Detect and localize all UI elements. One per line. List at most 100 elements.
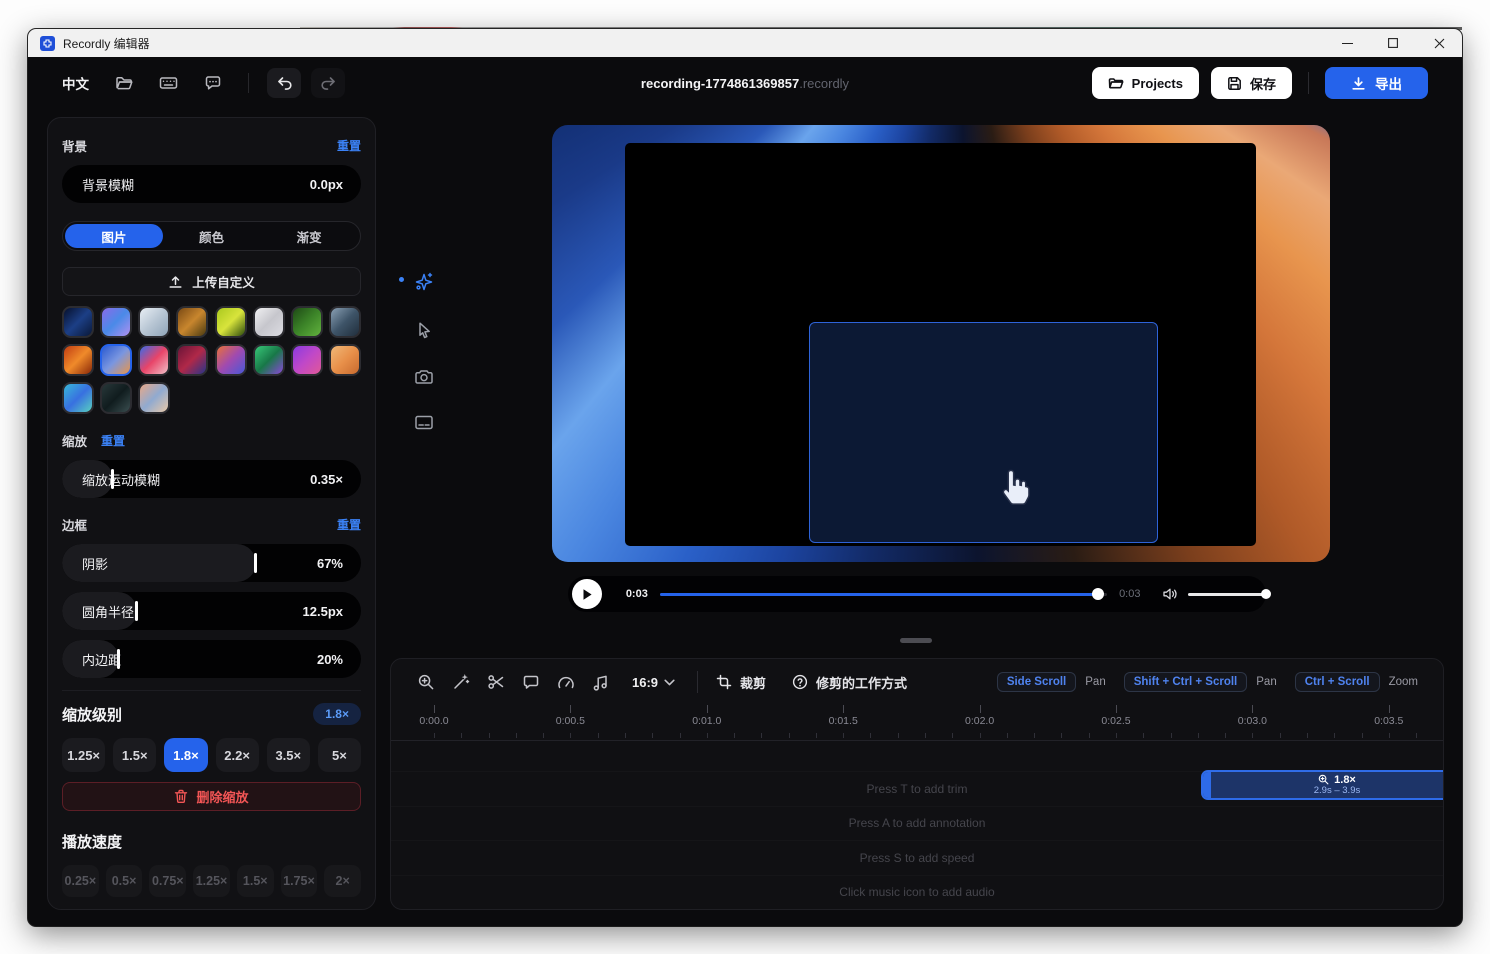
zoom-level-option-5×[interactable]: 5× [318, 738, 361, 772]
play-button[interactable] [572, 579, 602, 609]
zoom-target-region[interactable] [809, 322, 1158, 543]
speed-option-1.75×[interactable]: 1.75× [281, 865, 318, 897]
keyboard-shortcuts-icon[interactable] [159, 74, 178, 92]
trash-icon [174, 789, 188, 804]
trim-help-button[interactable]: 修剪的工作方式 [792, 673, 907, 692]
volume-slider[interactable] [1188, 593, 1266, 596]
background-thumbnail-14[interactable] [253, 344, 285, 376]
seek-bar[interactable] [660, 593, 1107, 596]
background-thumbnail-7[interactable] [291, 306, 323, 338]
background-thumbnail-5[interactable] [215, 306, 247, 338]
scissors-icon[interactable] [487, 673, 505, 691]
projects-button[interactable]: Projects [1092, 67, 1199, 99]
background-thumbnail-11[interactable] [138, 344, 170, 376]
speed-option-0.75×[interactable]: 0.75× [149, 865, 186, 897]
background-thumbnail-13[interactable] [215, 344, 247, 376]
speed-option-1.25×[interactable]: 1.25× [193, 865, 230, 897]
captions-tool[interactable] [414, 414, 434, 431]
background-blur-control[interactable]: 背景模糊0.0px [62, 165, 361, 203]
border-slider-2-handle[interactable] [135, 601, 138, 621]
zoom-level-option-1.5×[interactable]: 1.5× [113, 738, 156, 772]
timeline-ruler[interactable]: 0:00.00:00.50:01.00:01.50:02.00:02.50:03… [391, 705, 1443, 741]
speed-option-1.5×[interactable]: 1.5× [237, 865, 274, 897]
background-thumbnail-4[interactable] [176, 306, 208, 338]
background-thumbnail-6[interactable] [253, 306, 285, 338]
save-icon [1227, 76, 1242, 91]
background-thumbnail-15[interactable] [291, 344, 323, 376]
zoom-level-option-2.2×[interactable]: 2.2× [216, 738, 259, 772]
background-thumbnail-19[interactable] [138, 382, 170, 414]
upload-custom-label: 上传自定义 [192, 272, 255, 291]
background-thumbnail-8[interactable] [329, 306, 361, 338]
seek-handle[interactable] [1092, 588, 1104, 600]
ruler-minor-tick [434, 733, 435, 738]
border-reset-link[interactable]: 重置 [337, 516, 361, 533]
annotation-icon[interactable] [522, 674, 540, 691]
cursor-tool[interactable] [415, 321, 434, 340]
speed-option-2×[interactable]: 2× [324, 865, 361, 897]
minimize-button[interactable] [1324, 29, 1370, 57]
background-tab-图片[interactable]: 图片 [65, 224, 163, 248]
background-tab-渐变[interactable]: 渐变 [260, 224, 358, 248]
redo-button[interactable] [311, 68, 345, 98]
background-thumbnail-12[interactable] [176, 344, 208, 376]
zoom-motion-blur-slider[interactable]: 缩放运动模糊0.35× [62, 460, 361, 498]
export-button[interactable]: 导出 [1325, 67, 1428, 99]
maximize-button[interactable] [1370, 29, 1416, 57]
background-blur-slider[interactable]: 背景模糊0.0px [62, 165, 361, 203]
timeline-lane-1[interactable]: Press T to add trim [391, 771, 1443, 806]
background-thumbnail-2[interactable] [100, 306, 132, 338]
border-slider-1-label: 阴影 [82, 554, 108, 573]
volume-handle[interactable] [1261, 589, 1271, 599]
aspect-ratio-select[interactable]: 16:9 [632, 675, 675, 690]
background-thumbnail-10[interactable] [100, 344, 132, 376]
volume-icon[interactable] [1162, 587, 1178, 601]
feedback-chat-icon[interactable] [204, 74, 222, 92]
save-button[interactable]: 保存 [1211, 67, 1292, 99]
background-thumbnail-16[interactable] [329, 344, 361, 376]
background-thumbnail-18[interactable] [100, 382, 132, 414]
zoom-level-option-1.25×[interactable]: 1.25× [62, 738, 105, 772]
background-thumbnail-17[interactable] [62, 382, 94, 414]
background-thumbnail-3[interactable] [138, 306, 170, 338]
open-folder-icon[interactable] [115, 74, 133, 92]
background-reset-link[interactable]: 重置 [337, 137, 361, 154]
zoom-level-option-3.5×[interactable]: 3.5× [267, 738, 310, 772]
section-divider [62, 690, 361, 691]
preview-canvas[interactable] [552, 125, 1330, 562]
speed-option-0.25×[interactable]: 0.25× [62, 865, 99, 897]
magic-wand-icon[interactable] [452, 673, 470, 691]
auto-zoom-tool[interactable] [413, 271, 435, 293]
border-slider-1-handle[interactable] [254, 553, 257, 573]
background-tab-颜色[interactable]: 颜色 [163, 224, 261, 248]
background-tabs: 图片颜色渐变 [62, 221, 361, 251]
ruler-label-0:03.5: 0:03.5 [1374, 715, 1403, 727]
zoom-level-option-1.8×[interactable]: 1.8× [164, 738, 207, 772]
language-button[interactable]: 中文 [62, 73, 89, 93]
speed-gauge-icon[interactable] [557, 674, 575, 690]
timeline-zoom-icon[interactable] [417, 673, 435, 691]
delete-zoom-button[interactable]: 删除缩放 [62, 782, 361, 811]
border-slider-1[interactable]: 阴影67% [62, 544, 361, 582]
border-slider-3[interactable]: 内边距20% [62, 640, 361, 678]
camera-tool[interactable] [414, 368, 434, 386]
background-thumbnail-1[interactable] [62, 306, 94, 338]
close-button[interactable] [1416, 29, 1462, 57]
timeline-lane-2[interactable]: Press A to add annotation [391, 806, 1443, 841]
background-thumbnail-9[interactable] [62, 344, 94, 376]
zoom-motion-blur-control[interactable]: 缩放运动模糊0.35× [62, 460, 361, 498]
crop-button[interactable]: 裁剪 [716, 673, 766, 692]
speed-header: 播放速度 [62, 831, 361, 852]
zoom-reset-link[interactable]: 重置 [101, 432, 125, 449]
ruler-label-0:01.5: 0:01.5 [829, 715, 858, 727]
upload-custom-button[interactable]: 上传自定义 [62, 267, 361, 296]
timeline-lane-4[interactable]: Click music icon to add audio [391, 875, 1443, 910]
undo-button[interactable] [267, 68, 301, 98]
ruler-minor-tick [1416, 733, 1417, 738]
speed-option-0.5×[interactable]: 0.5× [106, 865, 143, 897]
timeline-lane-3[interactable]: Press S to add speed [391, 840, 1443, 875]
panel-resize-handle[interactable] [900, 638, 932, 643]
music-icon[interactable] [592, 674, 609, 691]
border-slider-2[interactable]: 圆角半径12.5px [62, 592, 361, 630]
chevron-down-icon [664, 679, 675, 686]
